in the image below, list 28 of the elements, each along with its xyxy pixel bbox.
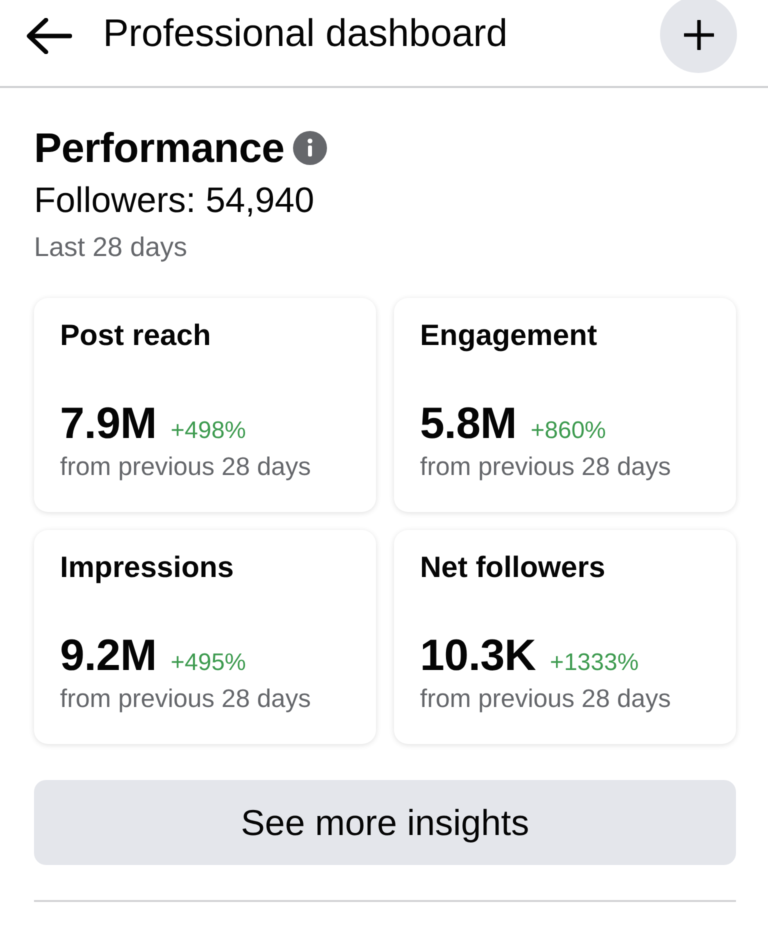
section-title: Performance xyxy=(34,123,284,173)
metric-card[interactable]: Post reach 7.9M +498% from previous 28 days xyxy=(34,298,376,512)
comparison-text: from previous 28 days xyxy=(420,684,672,715)
metric-change: +1333% xyxy=(550,649,639,677)
metric-value: 10.3K xyxy=(420,631,536,681)
followers-count: Followers: 54,940 xyxy=(34,179,316,221)
metric-value: 7.9M xyxy=(60,399,157,449)
metric-label: Net followers xyxy=(420,550,606,586)
plus-icon xyxy=(684,20,714,50)
period-label: Last 28 days xyxy=(34,231,188,264)
metric-value: 9.2M xyxy=(60,631,157,681)
comparison-text: from previous 28 days xyxy=(420,452,672,483)
metric-value: 5.8M xyxy=(420,399,517,449)
metric-change: +498% xyxy=(170,417,246,445)
metric-change: +495% xyxy=(170,649,246,677)
metric-card[interactable]: Net followers 10.3K +1333% from previous 28 days xyxy=(394,530,736,744)
comparison-text: from previous 28 days xyxy=(60,452,312,483)
metric-label: Engagement xyxy=(420,318,598,354)
info-icon[interactable] xyxy=(293,131,328,165)
metric-change: +860% xyxy=(530,417,606,445)
metric-card[interactable]: Engagement 5.8M +860% from previous 28 days xyxy=(394,298,736,512)
metric-card[interactable]: Impressions 9.2M +495% from previous 28 days xyxy=(34,530,376,744)
back-arrow-icon[interactable] xyxy=(26,18,72,54)
metric-label: Impressions xyxy=(60,550,235,586)
page-title: Professional dashboard xyxy=(103,11,508,57)
comparison-text: from previous 28 days xyxy=(60,684,312,715)
see-more-insights-button[interactable]: See more insights xyxy=(34,780,736,865)
metric-label: Post reach xyxy=(60,318,212,354)
